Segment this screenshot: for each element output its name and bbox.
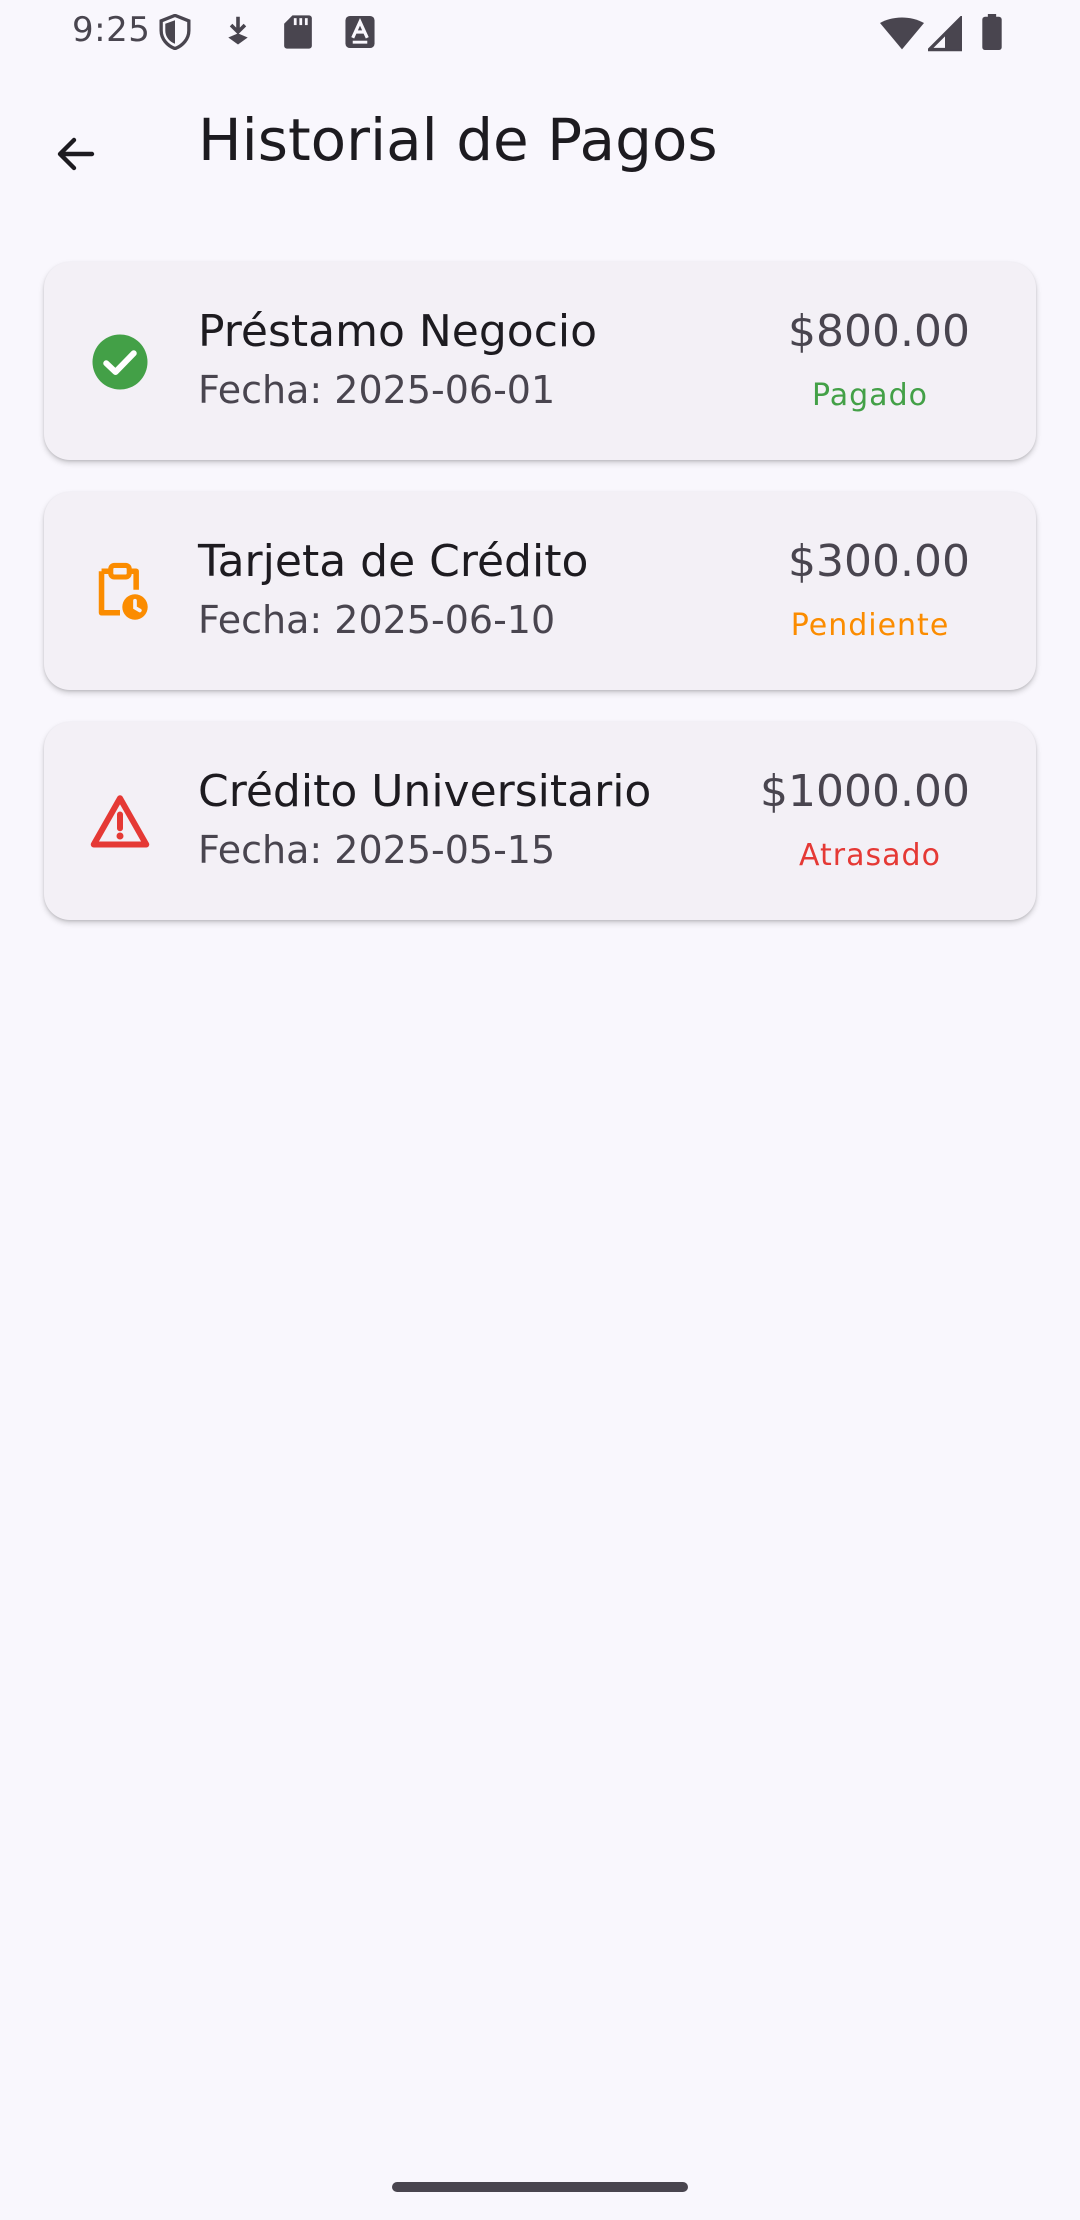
shield-icon: [159, 14, 191, 50]
payment-list: Préstamo Negocio Fecha: 2025-06-01 $800.…: [44, 262, 1036, 952]
check-circle-icon: [92, 334, 148, 390]
page-title: Historial de Pagos: [198, 106, 718, 174]
status-label: Pendiente: [790, 608, 950, 643]
download-icon: [228, 16, 248, 45]
a-box-icon: [345, 16, 375, 48]
status-bar: 9:25: [0, 0, 1080, 66]
sd-card-icon: [284, 15, 312, 49]
pending-clipboard-icon: [98, 562, 148, 620]
payment-date: Fecha: 2025-05-15: [198, 828, 556, 872]
payment-date: Fecha: 2025-06-10: [198, 598, 556, 642]
payment-amount: $300.00: [788, 536, 970, 587]
signal-icon: [928, 16, 962, 52]
warning-icon: [90, 795, 150, 848]
gesture-bar[interactable]: [392, 2182, 688, 2192]
payment-card[interactable]: Tarjeta de Crédito Fecha: 2025-06-10 $30…: [44, 492, 1036, 690]
status-label: Pagado: [812, 378, 928, 413]
payment-card[interactable]: Préstamo Negocio Fecha: 2025-06-01 $800.…: [44, 262, 1036, 460]
app-bar: Historial de Pagos: [0, 66, 1080, 222]
payment-title: Crédito Universitario: [198, 766, 652, 817]
payment-title: Préstamo Negocio: [198, 306, 598, 357]
battery-icon: [982, 14, 1002, 50]
status-label: Atrasado: [799, 838, 941, 873]
status-time: 9:25: [72, 10, 151, 50]
payment-title: Tarjeta de Crédito: [198, 536, 589, 587]
payment-card[interactable]: Crédito Universitario Fecha: 2025-05-15 …: [44, 722, 1036, 920]
payment-amount: $1000.00: [760, 766, 970, 817]
back-button[interactable]: [34, 112, 118, 196]
payment-amount: $800.00: [788, 306, 970, 357]
arrow-back-icon[interactable]: [52, 130, 100, 178]
wifi-icon: [880, 17, 924, 50]
payment-date: Fecha: 2025-06-01: [198, 368, 556, 412]
